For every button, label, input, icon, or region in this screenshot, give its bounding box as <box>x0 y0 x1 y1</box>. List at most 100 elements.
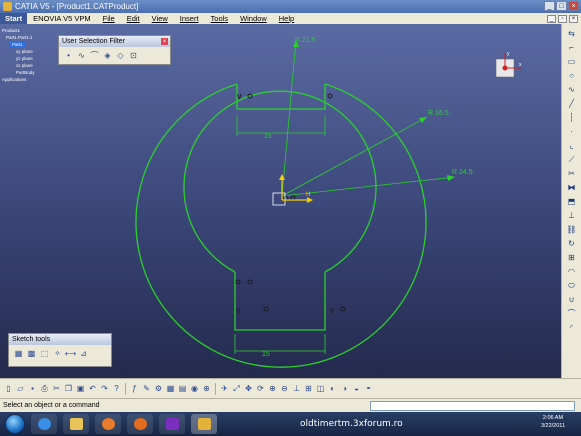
maximize-button[interactable]: □ <box>556 1 567 11</box>
compass-widget[interactable]: x y <box>494 51 524 81</box>
whats-this-icon[interactable]: ? <box>111 383 122 394</box>
conic-icon[interactable]: ◜ <box>566 322 577 333</box>
comment-icon[interactable]: ✎ <box>141 383 152 394</box>
user-selection-filter-title: User Selection Filter <box>59 36 170 47</box>
undo-icon[interactable]: ↶ <box>87 383 98 394</box>
user-selection-filter-close[interactable]: × <box>161 38 168 45</box>
automatic-dimensions-icon[interactable]: ⊿ <box>78 348 89 359</box>
taskbar-explorer-button[interactable] <box>63 414 89 434</box>
menu-insert[interactable]: Insert <box>174 14 205 23</box>
command-input[interactable] <box>370 401 575 411</box>
minimize-button[interactable]: _ <box>544 1 555 11</box>
clock-date: 3/22/2011 <box>540 423 565 429</box>
circle-icon[interactable]: ○ <box>566 70 577 81</box>
arc-icon[interactable]: ◠ <box>566 266 577 277</box>
menu-view[interactable]: View <box>146 14 174 23</box>
menu-start[interactable]: Start <box>0 13 28 24</box>
multi-view-icon[interactable]: ⊞ <box>303 383 314 394</box>
point-filter-icon[interactable]: • <box>63 50 74 61</box>
dim-r-mid: R 24.5 <box>452 169 473 176</box>
doc-restore-button[interactable]: ▫ <box>558 14 567 23</box>
quick-select-icon[interactable]: ⊡ <box>128 50 139 61</box>
shading-icon[interactable]: ◐ <box>327 383 338 394</box>
dim-width-bottom: 15 <box>262 351 270 358</box>
new-icon[interactable]: ▯ <box>3 383 14 394</box>
menu-enovia[interactable]: ENOVIA V5 VPM <box>27 14 97 23</box>
swap-visible-space-icon[interactable]: ◒ <box>351 383 362 394</box>
ellipse-icon[interactable]: ⬭ <box>566 280 577 291</box>
menu-edit[interactable]: Edit <box>121 14 146 23</box>
paste-icon[interactable]: ▣ <box>75 383 86 394</box>
hyperbola-icon[interactable]: ⌒ <box>566 308 577 319</box>
iso-view-icon[interactable]: ◫ <box>315 383 326 394</box>
user-selection-filter-panel[interactable]: User Selection Filter × • ∿ ⌒ ◈ ◇ ⊡ <box>58 35 171 65</box>
save-icon[interactable]: ▪ <box>27 383 38 394</box>
profile-icon[interactable]: ⌐ <box>566 42 577 53</box>
surface-filter-icon[interactable]: ⌒ <box>89 50 100 61</box>
knowledge-icon[interactable]: ◉ <box>189 383 200 394</box>
doc-minimize-button[interactable]: _ <box>547 14 556 23</box>
exit-workbench-icon[interactable]: ⇆ <box>566 28 577 39</box>
menu-window[interactable]: Window <box>234 14 273 23</box>
menu-file[interactable]: File <box>97 14 121 23</box>
pan-icon[interactable]: ✥ <box>243 383 254 394</box>
measure-icon[interactable]: ⊕ <box>201 383 212 394</box>
redo-icon[interactable]: ↷ <box>99 383 110 394</box>
parabola-icon[interactable]: ∪ <box>566 294 577 305</box>
right-toolbar: ⇆ ⌐ ▭ ○ ∿ ╱ ┆ · ⌞ ⟋ ✂ ⧓ ⬒ ⊥ ⛓ ↻ ⊞ ◠ ⬭ ∪ … <box>561 24 581 378</box>
line-icon[interactable]: ╱ <box>566 98 577 109</box>
fit-all-icon[interactable]: ⤢ <box>231 383 242 394</box>
sketch-tools-panel[interactable]: Sketch tools ▦ ▩ ⬚ ✧ ⟷ ⊿ <box>8 333 112 367</box>
point-icon[interactable]: · <box>566 126 577 137</box>
spline-icon[interactable]: ∿ <box>566 84 577 95</box>
copy-icon[interactable]: ❐ <box>63 383 74 394</box>
feature-filter-icon[interactable]: ◇ <box>115 50 126 61</box>
snap-to-point-icon[interactable]: ▩ <box>26 348 37 359</box>
sketch-viewport[interactable]: Product1 Part1.Part1.1 Part1 xy plane yz… <box>0 24 561 378</box>
zoom-out-icon[interactable]: ⊖ <box>279 383 290 394</box>
normal-view-icon[interactable]: ⊥ <box>291 383 302 394</box>
trim-icon[interactable]: ✂ <box>566 168 577 179</box>
hide-show-icon[interactable]: ◑ <box>339 383 350 394</box>
corner-icon[interactable]: ⌞ <box>566 140 577 151</box>
cut-part-by-sketch-icon[interactable]: ◓ <box>363 383 374 394</box>
menu-tools[interactable]: Tools <box>205 14 235 23</box>
taskbar-media-button[interactable] <box>95 414 121 434</box>
project-3d-icon[interactable]: ⬒ <box>566 196 577 207</box>
print-icon[interactable]: ⎙ <box>39 383 50 394</box>
taskbar-clock[interactable]: 2:06 AM 3/22/2011 <box>541 414 565 430</box>
law-icon[interactable]: ⚙ <box>153 383 164 394</box>
catalog-icon[interactable]: ▤ <box>177 383 188 394</box>
volume-filter-icon[interactable]: ◈ <box>102 50 113 61</box>
open-icon[interactable]: ▱ <box>15 383 26 394</box>
fly-mode-icon[interactable]: ✈ <box>219 383 230 394</box>
taskbar-yahoo-button[interactable] <box>159 414 185 434</box>
rotate-icon[interactable]: ⟳ <box>255 383 266 394</box>
menu-help[interactable]: Help <box>273 14 300 23</box>
constraint-icon[interactable]: ⊥ <box>566 210 577 221</box>
close-button[interactable]: × <box>568 1 579 11</box>
forum-watermark: oldtimertm.3xforum.ro <box>300 419 403 429</box>
fix-together-icon[interactable]: ⛓ <box>566 224 577 235</box>
sketch-analysis-icon[interactable]: ⊞ <box>566 252 577 263</box>
mirror-icon[interactable]: ⧓ <box>566 182 577 193</box>
animate-constraint-icon[interactable]: ↻ <box>566 238 577 249</box>
formula-icon[interactable]: ƒ <box>129 383 140 394</box>
rectangle-icon[interactable]: ▭ <box>566 56 577 67</box>
construction-element-icon[interactable]: ⬚ <box>39 348 50 359</box>
curve-filter-icon[interactable]: ∿ <box>76 50 87 61</box>
h-axis-label: H <box>306 192 310 198</box>
taskbar-ie-button[interactable] <box>31 414 57 434</box>
dimensional-constraints-icon[interactable]: ⟷ <box>65 348 76 359</box>
taskbar-catia-button[interactable] <box>191 414 217 434</box>
doc-close-button[interactable]: × <box>569 14 578 23</box>
cut-icon[interactable]: ✂ <box>51 383 62 394</box>
zoom-in-icon[interactable]: ⊕ <box>267 383 278 394</box>
start-orb-button[interactable] <box>5 414 25 434</box>
geometric-constraints-icon[interactable]: ✧ <box>52 348 63 359</box>
grid-icon[interactable]: ▦ <box>13 348 24 359</box>
table-icon[interactable]: ▦ <box>165 383 176 394</box>
chamfer-icon[interactable]: ⟋ <box>566 154 577 165</box>
taskbar-firefox-button[interactable] <box>127 414 153 434</box>
axis-icon[interactable]: ┆ <box>566 112 577 123</box>
